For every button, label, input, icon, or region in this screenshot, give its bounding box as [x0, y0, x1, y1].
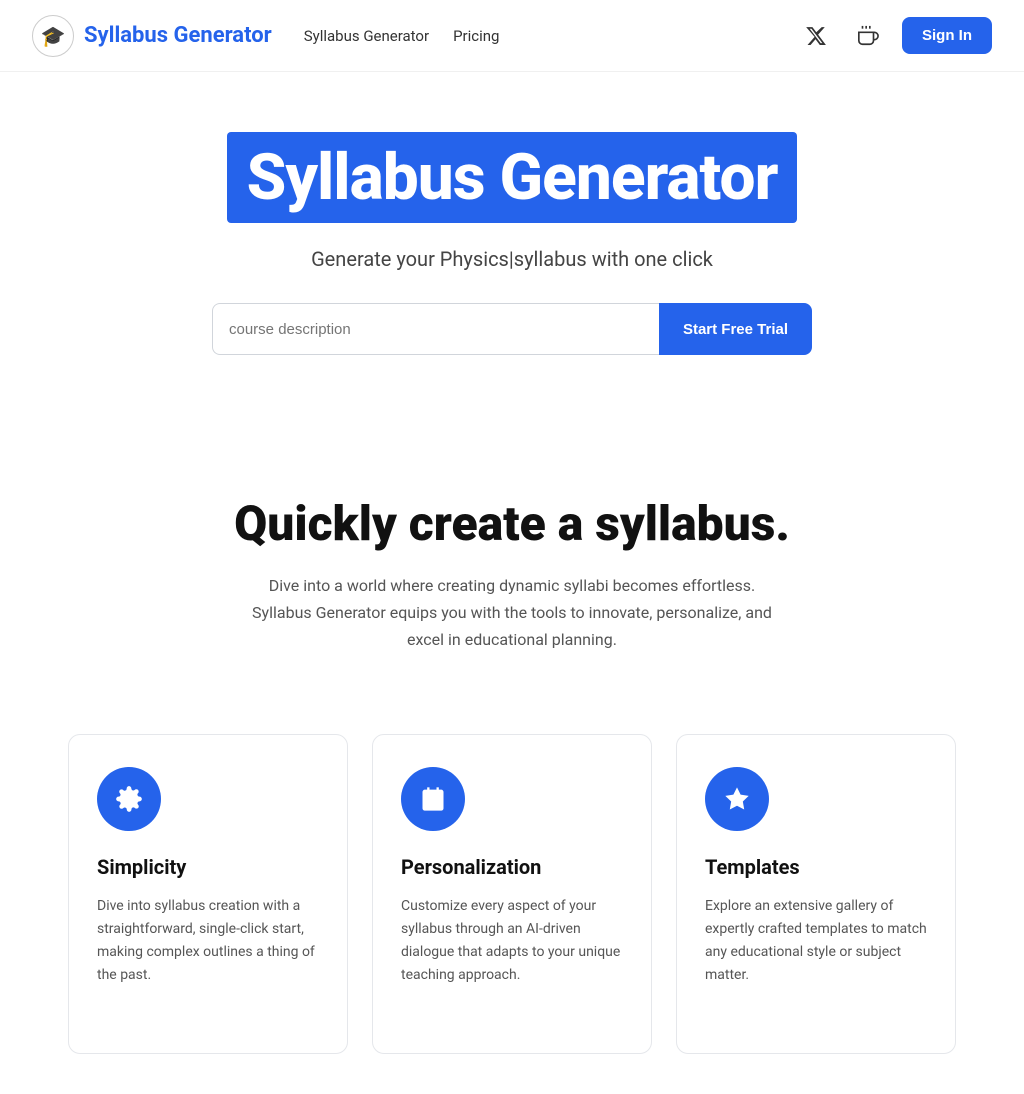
nav-links: Syllabus Generator Pricing	[304, 27, 798, 45]
logo-area: 🎓 Syllabus Generator	[32, 15, 272, 57]
sign-in-button[interactable]: Sign In	[902, 17, 992, 54]
quickly-section: Quickly create a syllabus. Dive into a w…	[0, 435, 1024, 702]
templates-title: Templates	[705, 855, 927, 879]
navbar: 🎓 Syllabus Generator Syllabus Generator …	[0, 0, 1024, 72]
start-free-trial-button[interactable]: Start Free Trial	[659, 303, 812, 355]
hero-title-wrapper: Syllabus Generator	[227, 132, 798, 223]
feature-cards-row: Simplicity Dive into syllabus creation w…	[0, 702, 1024, 1094]
star-icon	[723, 785, 751, 813]
course-description-input[interactable]	[212, 303, 659, 355]
simplicity-title: Simplicity	[97, 855, 319, 879]
twitter-x-icon[interactable]	[798, 18, 834, 54]
calendar-icon	[419, 785, 447, 813]
hero-section: Syllabus Generator Generate your Physics…	[0, 72, 1024, 435]
logo-icon: 🎓	[32, 15, 74, 57]
personalization-title: Personalization	[401, 855, 623, 879]
quickly-description: Dive into a world where creating dynamic…	[242, 572, 782, 654]
personalization-icon-circle	[401, 767, 465, 831]
logo-text: Syllabus Generator	[84, 23, 272, 48]
quickly-title: Quickly create a syllabus.	[234, 495, 790, 552]
card-personalization: Personalization Customize every aspect o…	[372, 734, 652, 1054]
gear-icon	[115, 785, 143, 813]
coffee-icon[interactable]	[850, 18, 886, 54]
personalization-desc: Customize every aspect of your syllabus …	[401, 895, 623, 987]
simplicity-icon-circle	[97, 767, 161, 831]
hero-title: Syllabus Generator	[247, 140, 778, 215]
hero-input-row: Start Free Trial	[212, 303, 812, 355]
templates-icon-circle	[705, 767, 769, 831]
nav-link-pricing[interactable]: Pricing	[453, 27, 499, 45]
nav-right: Sign In	[798, 17, 992, 54]
nav-link-syllabus[interactable]: Syllabus Generator	[304, 27, 429, 45]
hero-subtitle: Generate your Physics|syllabus with one …	[311, 247, 713, 271]
card-simplicity: Simplicity Dive into syllabus creation w…	[68, 734, 348, 1054]
card-templates: Templates Explore an extensive gallery o…	[676, 734, 956, 1054]
simplicity-desc: Dive into syllabus creation with a strai…	[97, 895, 319, 987]
templates-desc: Explore an extensive gallery of expertly…	[705, 895, 927, 987]
